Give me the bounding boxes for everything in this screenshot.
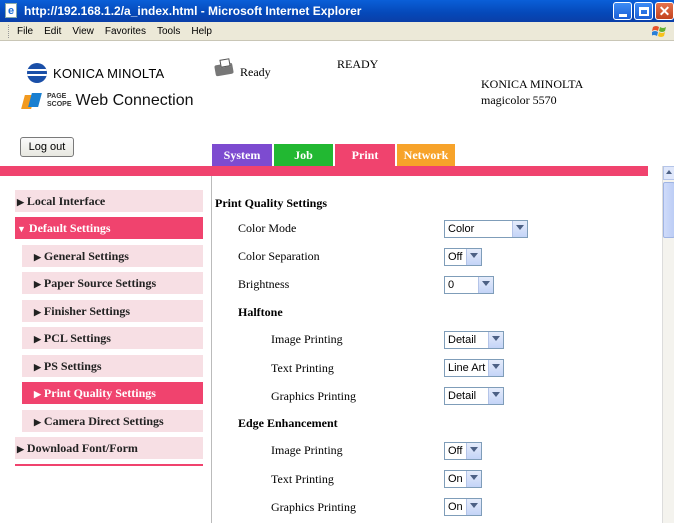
edge-text-printing-label: Text Printing	[271, 472, 334, 486]
printer-ready-label: Ready	[240, 65, 271, 79]
triangle-right-icon: ▶	[34, 362, 41, 372]
sidebar-item-camera-direct-settings[interactable]: ▶ Camera Direct Settings	[22, 410, 203, 432]
triangle-right-icon: ▶	[34, 279, 41, 289]
halftone-image-printing-select[interactable]: Detail	[444, 331, 504, 349]
chevron-down-icon	[478, 277, 493, 293]
vertical-scrollbar[interactable]	[662, 166, 674, 523]
triangle-right-icon: ▶	[17, 197, 24, 207]
maximize-icon	[638, 6, 649, 16]
windows-logo-icon	[652, 26, 666, 37]
chevron-down-icon	[488, 360, 503, 376]
menu-favorites[interactable]: Favorites	[105, 26, 146, 37]
color-mode-label: Color Mode	[238, 221, 297, 235]
logout-button[interactable]: Log out	[20, 137, 74, 157]
tab-system[interactable]: System	[212, 144, 272, 166]
model-brand: KONICA MINOLTA	[481, 77, 584, 91]
halftone-heading: Halftone	[238, 305, 283, 319]
maximize-button[interactable]	[634, 2, 653, 20]
minimize-button[interactable]	[613, 2, 632, 20]
halftone-graphics-printing-select[interactable]: Detail	[444, 387, 504, 405]
sidebar-item-local-interface[interactable]: ▶ Local Interface	[15, 190, 203, 212]
chevron-down-icon	[488, 388, 503, 404]
halftone-image-printing-label: Image Printing	[271, 332, 343, 346]
triangle-right-icon: ▶	[34, 307, 41, 317]
edge-graphics-printing-select[interactable]: On	[444, 498, 482, 516]
halftone-text-printing-label: Text Printing	[271, 361, 334, 375]
chevron-down-icon	[466, 249, 481, 265]
sidebar: ▶ Local Interface ▼ Default Settings ▶ Gene…	[0, 176, 212, 523]
triangle-right-icon: ▶	[34, 334, 41, 344]
sidebar-item-pcl-settings[interactable]: ▶ PCL Settings	[22, 327, 203, 349]
konica-minolta-globe-icon	[27, 63, 47, 83]
printer-status-text: READY	[337, 57, 379, 71]
chevron-down-icon	[512, 221, 527, 237]
ie-page-icon: e	[4, 3, 20, 19]
scroll-up-button[interactable]	[663, 166, 674, 180]
chevron-down-icon	[466, 443, 481, 459]
menu-file[interactable]: File	[17, 26, 33, 37]
main-content: Print Quality Settings Color Mode Color …	[212, 176, 662, 523]
halftone-graphics-printing-label: Graphics Printing	[271, 389, 356, 403]
edge-graphics-printing-label: Graphics Printing	[271, 500, 356, 514]
sidebar-divider	[15, 464, 203, 466]
arrow-up-icon	[666, 170, 672, 174]
sidebar-item-download-font-form[interactable]: ▶ Download Font/Form	[15, 437, 203, 459]
sidebar-item-general-settings[interactable]: ▶ General Settings	[22, 245, 203, 267]
tab-underline-bar	[0, 166, 648, 176]
window-title: http://192.168.1.2/a_index.html - Micros…	[24, 4, 362, 18]
pagescope-icon	[21, 91, 45, 111]
triangle-right-icon: ▶	[34, 389, 41, 399]
printer-status-icon	[214, 58, 236, 78]
edge-enhancement-heading: Edge Enhancement	[238, 416, 338, 430]
menu-view[interactable]: View	[72, 26, 94, 37]
toolbar-grip	[8, 24, 11, 38]
color-mode-select[interactable]: Color	[444, 220, 528, 238]
color-separation-label: Color Separation	[238, 249, 320, 263]
window-title-bar: e http://192.168.1.2/a_index.html - Micr…	[0, 0, 674, 22]
page-title: Print Quality Settings	[215, 196, 328, 210]
triangle-right-icon: ▶	[17, 444, 24, 454]
menu-bar: File Edit View Favorites Tools Help	[0, 22, 674, 41]
brightness-label: Brightness	[238, 277, 290, 291]
product-name: Web Connection	[75, 92, 194, 109]
tab-job[interactable]: Job	[274, 144, 333, 166]
tab-network[interactable]: Network	[397, 144, 455, 166]
menu-edit[interactable]: Edit	[44, 26, 61, 37]
main-tabs: System Job Print Network	[212, 144, 455, 166]
edge-image-printing-select[interactable]: Off	[444, 442, 482, 460]
sidebar-item-default-settings[interactable]: ▼ Default Settings	[15, 217, 203, 239]
sidebar-item-ps-settings[interactable]: ▶ PS Settings	[22, 355, 203, 377]
edge-image-printing-label: Image Printing	[271, 443, 343, 457]
menu-help[interactable]: Help	[191, 26, 212, 37]
close-icon: ✕	[658, 3, 671, 19]
model-name: magicolor 5570	[481, 93, 557, 107]
scroll-thumb[interactable]	[663, 182, 674, 238]
page-header: KONICA MINOLTA PAGE SCOPE Web Connection…	[0, 41, 674, 166]
sidebar-item-paper-source-settings[interactable]: ▶ Paper Source Settings	[22, 272, 203, 294]
minimize-icon	[618, 13, 627, 17]
pagescope-logo: PAGE SCOPE Web Connection	[21, 91, 194, 111]
konica-minolta-logo: KONICA MINOLTA	[27, 63, 164, 83]
halftone-text-printing-select[interactable]: Line Art	[444, 359, 504, 377]
edge-text-printing-select[interactable]: On	[444, 470, 482, 488]
close-button[interactable]: ✕	[655, 2, 674, 20]
tab-print[interactable]: Print	[335, 144, 395, 166]
chevron-down-icon	[488, 332, 503, 348]
color-separation-select[interactable]: Off	[444, 248, 482, 266]
triangle-down-icon: ▼	[17, 224, 26, 234]
chevron-down-icon	[466, 471, 481, 487]
menu-tools[interactable]: Tools	[157, 26, 180, 37]
triangle-right-icon: ▶	[34, 417, 41, 427]
triangle-right-icon: ▶	[34, 252, 41, 262]
sidebar-item-print-quality-settings[interactable]: ▶ Print Quality Settings	[22, 382, 203, 404]
brightness-select[interactable]: 0	[444, 276, 494, 294]
chevron-down-icon	[466, 499, 481, 515]
sidebar-item-finisher-settings[interactable]: ▶ Finisher Settings	[22, 300, 203, 322]
